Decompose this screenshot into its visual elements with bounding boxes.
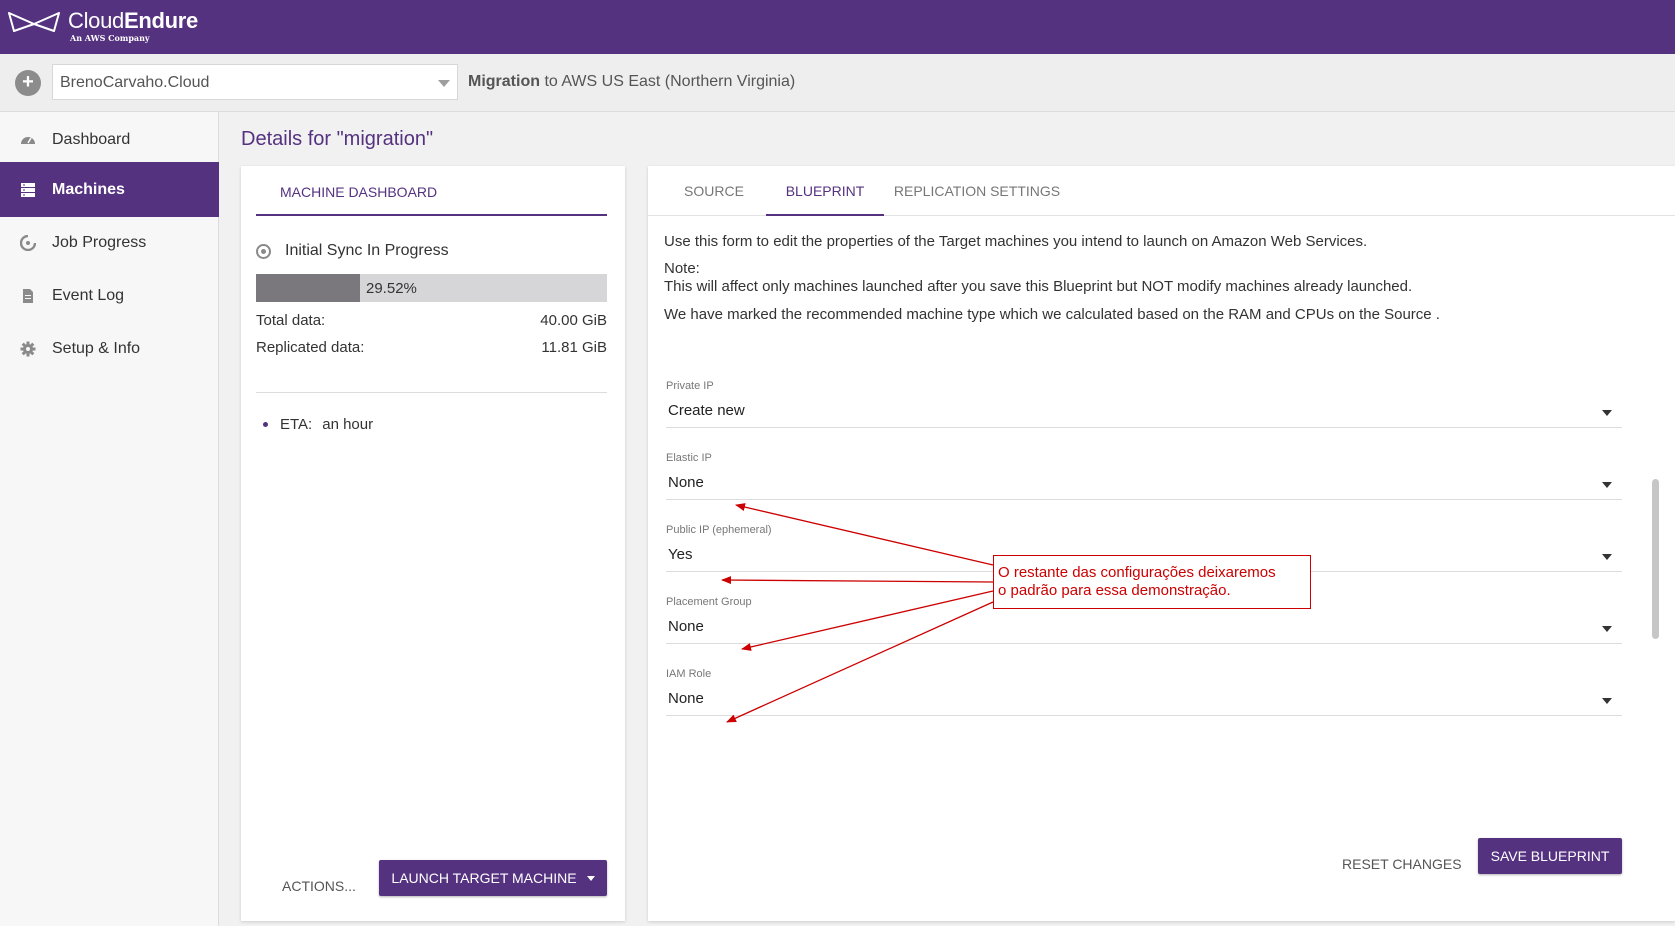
cloudendure-logo[interactable]: CloudEndure An AWS Company bbox=[8, 10, 198, 42]
eta-value: an hour bbox=[322, 416, 374, 433]
sidebar-item-machines[interactable]: Machines bbox=[0, 162, 219, 217]
sidebar: Dashboard Machines Job Progress Event Lo… bbox=[0, 112, 219, 926]
chevron-down-icon bbox=[1602, 554, 1612, 560]
total-data-row: Total data: 40.00 GiB bbox=[256, 312, 607, 329]
sync-progress-bar: 29.52% bbox=[256, 274, 607, 302]
recommend-text: We have marked the recommended machine t… bbox=[664, 306, 1440, 323]
migration-bold: Migration bbox=[468, 73, 540, 90]
brand-subtitle: An AWS Company bbox=[70, 33, 150, 43]
replicated-data-value: 11.81 GiB bbox=[541, 339, 607, 356]
actions-button[interactable]: ACTIONS... bbox=[282, 878, 356, 894]
eta-row: ETA: an hour bbox=[263, 416, 373, 433]
sidebar-item-event-log[interactable]: Event Log bbox=[0, 268, 219, 323]
chevron-down-icon bbox=[1602, 698, 1612, 704]
chevron-down-icon bbox=[438, 80, 450, 87]
tab-bar: SOURCE BLUEPRINT REPLICATION SETTINGS bbox=[648, 166, 1675, 216]
elastic-ip-select[interactable]: Elastic IP None bbox=[666, 452, 1622, 500]
chevron-down-icon bbox=[1602, 626, 1612, 632]
save-blueprint-button[interactable]: SAVE BLUEPRINT bbox=[1478, 838, 1622, 874]
sidebar-item-label: Dashboard bbox=[52, 130, 131, 148]
document-icon bbox=[23, 288, 33, 303]
page-title: Details for "migration" bbox=[241, 128, 434, 150]
scrollbar-thumb[interactable] bbox=[1652, 479, 1659, 639]
bowtie-logo-icon bbox=[8, 12, 60, 32]
field-label: IAM Role bbox=[666, 668, 712, 680]
sidebar-item-setup-info[interactable]: Setup & Info bbox=[0, 321, 219, 376]
note-text: This will affect only machines launched … bbox=[664, 278, 1413, 295]
machine-dashboard-card: MACHINE DASHBOARD Initial Sync In Progre… bbox=[241, 166, 625, 921]
iam-role-select[interactable]: IAM Role None bbox=[666, 668, 1622, 716]
sidebar-item-label: Setup & Info bbox=[52, 339, 141, 357]
sidebar-item-job-progress[interactable]: Job Progress bbox=[0, 215, 219, 270]
replicated-data-row: Replicated data: 11.81 GiB bbox=[256, 339, 607, 356]
field-value: Create new bbox=[668, 402, 745, 419]
chevron-down-icon bbox=[1602, 410, 1612, 416]
gauge-icon bbox=[21, 136, 35, 144]
project-dropdown[interactable]: BrenoCarvaho.Cloud bbox=[52, 64, 458, 100]
migration-target: to AWS US East (Northern Virginia) bbox=[540, 73, 796, 90]
reset-changes-button[interactable]: RESET CHANGES bbox=[1342, 856, 1462, 872]
field-value: None bbox=[668, 474, 704, 491]
brand-light: Cloud bbox=[68, 8, 124, 33]
field-label: Public IP (ephemeral) bbox=[666, 524, 772, 536]
sync-spinner-icon bbox=[256, 243, 271, 259]
bullet-icon bbox=[263, 422, 268, 427]
tab-blueprint[interactable]: BLUEPRINT bbox=[766, 166, 884, 216]
sync-status-text: Initial Sync In Progress bbox=[285, 242, 449, 259]
sidebar-item-label: Machines bbox=[52, 180, 125, 198]
field-value: None bbox=[668, 690, 704, 707]
field-label: Placement Group bbox=[666, 596, 752, 608]
tab-replication-settings[interactable]: REPLICATION SETTINGS bbox=[884, 166, 1070, 216]
note-title: Note: bbox=[664, 260, 700, 277]
chevron-down-icon bbox=[1602, 482, 1612, 488]
progress-icon bbox=[20, 234, 36, 251]
top-bar: CloudEndure An AWS Company bbox=[0, 0, 1675, 54]
tab-machine-dashboard[interactable]: MACHINE DASHBOARD bbox=[256, 166, 607, 216]
project-selected-value: BrenoCarvaho.Cloud bbox=[60, 74, 210, 91]
total-data-label: Total data: bbox=[256, 312, 326, 329]
tab-source[interactable]: SOURCE bbox=[662, 166, 766, 216]
brand-bold: Endure bbox=[123, 8, 198, 33]
blueprint-intro: Use this form to edit the properties of … bbox=[664, 233, 1368, 250]
blueprint-card: SOURCE BLUEPRINT REPLICATION SETTINGS Us… bbox=[648, 166, 1675, 921]
caret-down-icon bbox=[586, 875, 595, 881]
total-data-value: 40.00 GiB bbox=[540, 312, 607, 329]
annotation-line-1: O restante das configurações deixaremos bbox=[998, 564, 1276, 581]
migration-target-label: Migration to AWS US East (Northern Virgi… bbox=[468, 73, 795, 91]
progress-percent: 29.52% bbox=[366, 280, 417, 297]
field-label: Elastic IP bbox=[666, 452, 712, 464]
launch-target-machine-button[interactable]: LAUNCH TARGET MACHINE bbox=[379, 860, 607, 896]
replicated-data-label: Replicated data: bbox=[256, 339, 365, 356]
field-value: Yes bbox=[668, 546, 693, 563]
server-icon bbox=[21, 182, 35, 197]
sync-status: Initial Sync In Progress bbox=[256, 242, 449, 260]
gear-icon bbox=[20, 341, 36, 356]
progress-fill bbox=[256, 274, 360, 302]
field-label: Private IP bbox=[666, 380, 714, 392]
plus-circle-icon[interactable]: + bbox=[15, 70, 41, 96]
annotation-line-2: o padrão para essa demonstração. bbox=[998, 582, 1231, 599]
private-ip-select[interactable]: Private IP Create new bbox=[666, 380, 1622, 428]
eta-label: ETA: bbox=[280, 416, 313, 433]
field-value: None bbox=[668, 618, 704, 635]
project-bar: + BrenoCarvaho.Cloud Migration to AWS US… bbox=[0, 54, 1675, 112]
divider bbox=[256, 392, 607, 393]
sidebar-item-dashboard[interactable]: Dashboard bbox=[0, 112, 219, 167]
launch-button-label: LAUNCH TARGET MACHINE bbox=[391, 870, 577, 886]
sidebar-item-label: Job Progress bbox=[52, 233, 147, 251]
annotation-callout: O restante das configurações deixaremos … bbox=[993, 555, 1311, 609]
sidebar-item-label: Event Log bbox=[52, 286, 125, 304]
